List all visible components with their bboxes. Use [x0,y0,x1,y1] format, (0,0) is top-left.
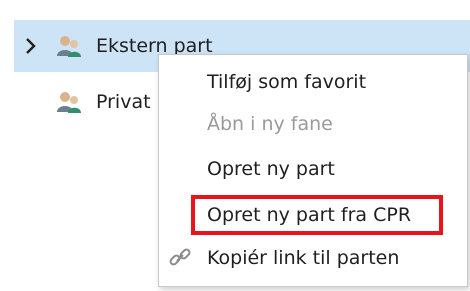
menu-item-copy-link[interactable]: Kopiér link til parten [159,237,467,279]
context-menu: Tilføj som favorit Åbn i ny fane Opret n… [158,54,468,287]
menu-item-create-part-from-cpr[interactable]: Opret ny part fra CPR [159,194,467,236]
menu-item-label: Kopiér link til parten [207,247,400,269]
menu-item-add-favorite[interactable]: Tilføj som favorit [159,61,467,103]
people-icon [56,34,82,58]
link-icon [167,245,193,271]
people-icon [56,90,82,114]
menu-item-label: Opret ny part [207,158,335,180]
chevron-right-icon[interactable] [18,20,44,72]
menu-item-create-part[interactable]: Opret ny part [159,148,467,190]
menu-item-label: Opret ny part fra CPR [207,204,412,226]
menu-item-label: Åbn i ny fane [207,113,333,135]
menu-item-open-new-tab: Åbn i ny fane [159,103,467,145]
menu-item-label: Tilføj som favorit [207,71,367,93]
